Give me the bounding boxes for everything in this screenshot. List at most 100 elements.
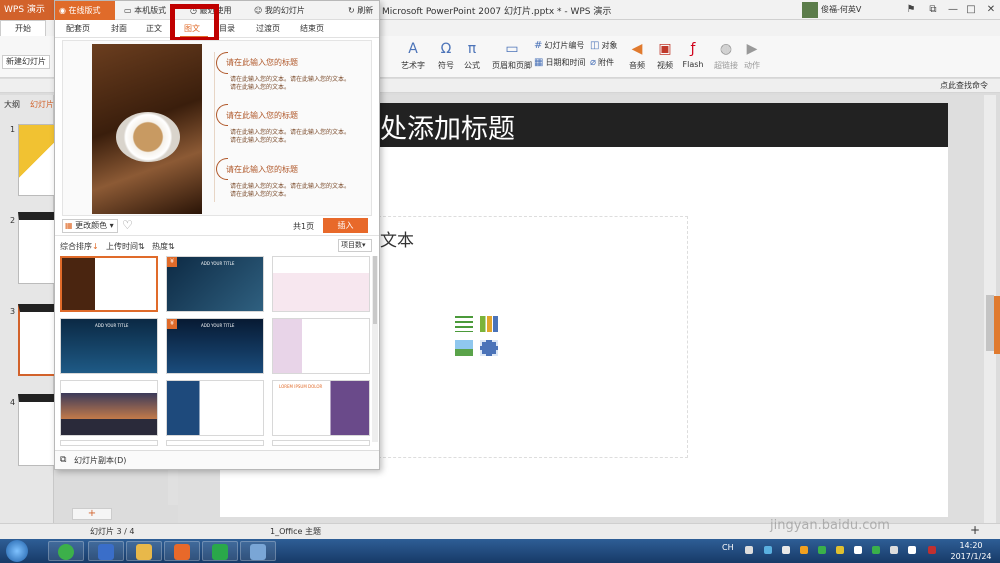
insert-chart-icon[interactable]	[480, 316, 498, 332]
slide-thumbnail-4[interactable]	[18, 394, 56, 466]
network-icon[interactable]	[890, 546, 898, 554]
tab-matching[interactable]: 配套页	[66, 23, 90, 34]
tray-icon[interactable]	[782, 546, 790, 554]
flash-button[interactable]: ƒ Flash	[680, 40, 706, 76]
tray-icon[interactable]	[800, 546, 808, 554]
flash-icon: ƒ	[690, 41, 696, 57]
thumb-number: 2	[10, 216, 16, 225]
datetime-button[interactable]: ▦ 日期和时间	[534, 57, 590, 71]
attachment-button[interactable]: ⌀ 附件	[590, 57, 620, 71]
restore-window-button[interactable]: ⧉	[924, 2, 942, 18]
video-button[interactable]: ▣ 视频	[652, 40, 678, 76]
hyperlink-button[interactable]: ◍ 超链接	[712, 40, 740, 76]
action-button[interactable]: ▶ 动作	[740, 40, 764, 76]
slide-number-button[interactable]: # 幻灯片编号	[534, 40, 590, 54]
template-thumbnail-6[interactable]	[272, 318, 370, 374]
change-color-button[interactable]: ▦ 更改颜色 ▾	[62, 219, 118, 233]
template-thumbnail-12[interactable]	[272, 440, 370, 446]
template-thumbnail-3[interactable]	[272, 256, 370, 312]
item-count-dropdown[interactable]: 项目数▾	[338, 239, 372, 252]
tab-body[interactable]: 正文	[146, 23, 162, 34]
preview-body-1a: 请在此输入您的文本。请在此输入您的文本。	[230, 76, 351, 83]
insert-button[interactable]: 插入	[323, 218, 368, 233]
sort-bar	[55, 238, 379, 254]
insert-media-icon[interactable]	[480, 340, 498, 356]
tab-outline[interactable]: 大纲	[4, 99, 20, 110]
slide-title[interactable]: 处添加标题	[380, 107, 515, 146]
taskbar-app-media[interactable]	[88, 541, 124, 561]
input-language[interactable]: CH	[722, 543, 734, 552]
tab-online-layouts[interactable]: ◉ 在线版式	[55, 1, 115, 20]
tab-start[interactable]: 开始	[0, 20, 46, 36]
object-icon: ◫	[590, 40, 600, 51]
template-thumbnail-5[interactable]: ¥ ADD YOUR TITLE	[166, 318, 264, 374]
tab-my-slides[interactable]: ☺ 我的幻灯片	[250, 1, 320, 20]
thumb-number: 1	[10, 125, 16, 134]
gallery-scrollbar[interactable]	[372, 256, 378, 442]
favorite-heart-icon[interactable]: ♡	[122, 218, 133, 232]
template-thumbnail-7[interactable]	[60, 380, 158, 436]
slide-thumbnail-3[interactable]	[18, 304, 56, 376]
palette-icon: ▦	[65, 221, 73, 230]
refresh-button[interactable]: ↻ 刷新	[344, 1, 380, 20]
duplicate-slide-button[interactable]: 幻灯片副本(D)	[74, 455, 126, 466]
tab-contents[interactable]: 目录	[219, 23, 235, 34]
close-button[interactable]: ✕	[982, 2, 1000, 18]
insert-table-icon[interactable]	[455, 316, 473, 332]
sort-popularity[interactable]: 热度⇅	[152, 241, 175, 252]
slide-thumbnail-2[interactable]	[18, 212, 56, 284]
taskbar-app-wps-spreadsheet[interactable]	[202, 541, 238, 561]
tray-icon[interactable]	[928, 546, 936, 554]
sort-upload-time[interactable]: 上传时间⇅	[106, 241, 145, 252]
sort-overall[interactable]: 综合排序↓	[60, 241, 99, 252]
object-button[interactable]: ◫ 对象	[590, 40, 620, 54]
symbol-button[interactable]: Ω 符号	[434, 40, 458, 76]
template-thumbnail-1[interactable]	[60, 256, 158, 312]
clock[interactable]: 14:20 2017/1/24	[948, 540, 994, 562]
command-search[interactable]: 点此查找命令	[940, 80, 988, 91]
taskbar-app-browser[interactable]	[48, 541, 84, 561]
header-footer-button[interactable]: ▭ 页眉和页脚	[492, 40, 532, 76]
template-thumbnail-11[interactable]	[166, 440, 264, 446]
taskbar-app-screenshot[interactable]	[240, 541, 276, 561]
template-thumbnail-9[interactable]: LOREM IPSUM DOLOR	[272, 380, 370, 436]
tab-transition[interactable]: 过渡页	[256, 23, 280, 34]
content-placeholder[interactable]	[378, 216, 688, 458]
preview-heading-2: 请在此输入您的标题	[226, 111, 298, 120]
tab-cover[interactable]: 封面	[111, 23, 127, 34]
formula-button[interactable]: π 公式	[460, 40, 484, 76]
start-button[interactable]	[6, 540, 28, 562]
add-slide-button[interactable]: +	[72, 508, 112, 520]
template-thumbnail-2[interactable]: ¥ ADD YOUR TITLE	[166, 256, 264, 312]
volume-icon[interactable]	[908, 546, 916, 554]
tray-icon[interactable]	[764, 546, 772, 554]
template-thumbnail-4[interactable]: ADD YOUR TITLE	[60, 318, 158, 374]
preview-heading-3: 请在此输入您的标题	[226, 165, 298, 174]
tray-icon[interactable]	[872, 546, 880, 554]
tray-icon[interactable]	[818, 546, 826, 554]
taskbar-app-wps-presentation[interactable]	[164, 541, 200, 561]
tray-icon[interactable]	[836, 546, 844, 554]
new-slide-button[interactable]: 新建幻灯片	[2, 55, 50, 69]
minimize-button[interactable]: —	[944, 2, 962, 18]
browser-icon	[58, 544, 74, 560]
page-count: 共1页	[293, 222, 315, 231]
insert-picture-icon[interactable]	[455, 340, 473, 356]
side-panel-toggle[interactable]	[994, 296, 1000, 354]
template-thumbnail-8[interactable]	[166, 380, 264, 436]
app-tab[interactable]: WPS 演示	[0, 0, 56, 20]
user-account[interactable]: 俊福-何英V	[802, 1, 872, 19]
tab-slides[interactable]: 幻灯片	[30, 99, 54, 110]
tray-icon[interactable]	[745, 546, 753, 554]
content-placeholder-text[interactable]: 文本	[380, 226, 414, 251]
maximize-button[interactable]: □	[962, 2, 980, 18]
tab-ending[interactable]: 结束页	[300, 23, 324, 34]
art-text-button[interactable]: A 艺术字	[396, 40, 430, 76]
tray-icon[interactable]	[854, 546, 862, 554]
zoom-in-button[interactable]: +	[970, 523, 980, 537]
template-thumbnail-10[interactable]	[60, 440, 158, 446]
audio-button[interactable]: ◀ 音频	[624, 40, 650, 76]
slide-thumbnail-1[interactable]	[18, 124, 56, 196]
skin-icon[interactable]: ⚑	[902, 2, 920, 18]
taskbar-app-explorer[interactable]	[126, 541, 162, 561]
